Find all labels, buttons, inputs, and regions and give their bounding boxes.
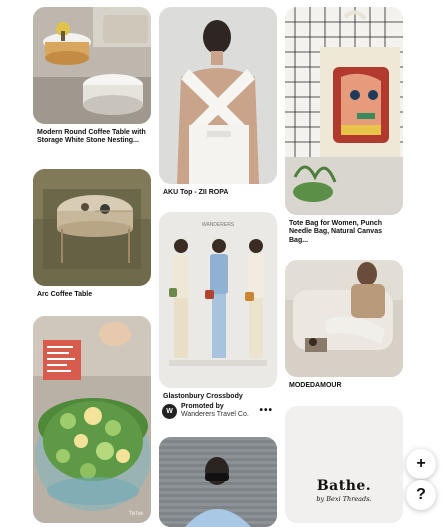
- pin-image[interactable]: WANDERERS: [159, 212, 277, 388]
- bathe-logo-title: Bathe.: [316, 478, 372, 494]
- advertiser-name[interactable]: Wanderers Travel Co.: [181, 411, 249, 418]
- pin-image[interactable]: [159, 7, 277, 184]
- arc-table-image: [33, 169, 151, 286]
- aku-top-image: [159, 7, 277, 184]
- pin-image[interactable]: [285, 260, 403, 377]
- brand-caption: WANDERERS: [202, 222, 235, 228]
- plus-icon: +: [416, 455, 426, 472]
- bathe-logo-sub: by Bexi Threads.: [316, 495, 372, 503]
- tiktok-watermark: TikTok: [128, 511, 143, 517]
- pin-image[interactable]: [159, 437, 277, 527]
- advertiser-avatar[interactable]: W: [162, 404, 177, 419]
- promoted-label: Promoted by: [181, 403, 224, 410]
- pin-image[interactable]: [33, 169, 151, 286]
- pin-title[interactable]: Glastonbury Crossbody: [163, 393, 275, 401]
- pin-title[interactable]: Tote Bag for Women, Punch Needle Bag, Na…: [289, 220, 401, 245]
- pin-title[interactable]: MODEDAMOUR: [289, 382, 401, 390]
- pin-image[interactable]: TikTok: [33, 316, 151, 523]
- pin-image[interactable]: [285, 7, 403, 215]
- pin-image[interactable]: [33, 7, 151, 124]
- help-button[interactable]: ?: [406, 480, 436, 510]
- pin-title[interactable]: Arc Coffee Table: [37, 291, 149, 299]
- salad-image: [33, 316, 151, 523]
- more-dots-icon[interactable]: •••: [259, 405, 273, 416]
- blue-shirt-image: [159, 437, 277, 527]
- add-button[interactable]: +: [406, 449, 436, 479]
- tote-bag-image: [285, 7, 403, 215]
- glastonbury-image: WANDERERS: [159, 212, 277, 388]
- question-icon: ?: [416, 486, 426, 503]
- coffee-table-image: [33, 7, 151, 124]
- promoted-by-row[interactable]: W Promoted by Wanderers Travel Co. •••: [162, 403, 277, 421]
- pin-title[interactable]: AKU Top - ZII ROPA: [163, 189, 275, 197]
- modedamour-image: [285, 260, 403, 377]
- pin-title[interactable]: Modern Round Coffee Table with Storage W…: [37, 129, 149, 146]
- bathe-logo: Bathe. by Bexi Threads.: [285, 478, 403, 503]
- pin-image[interactable]: Bathe. by Bexi Threads.: [285, 406, 403, 523]
